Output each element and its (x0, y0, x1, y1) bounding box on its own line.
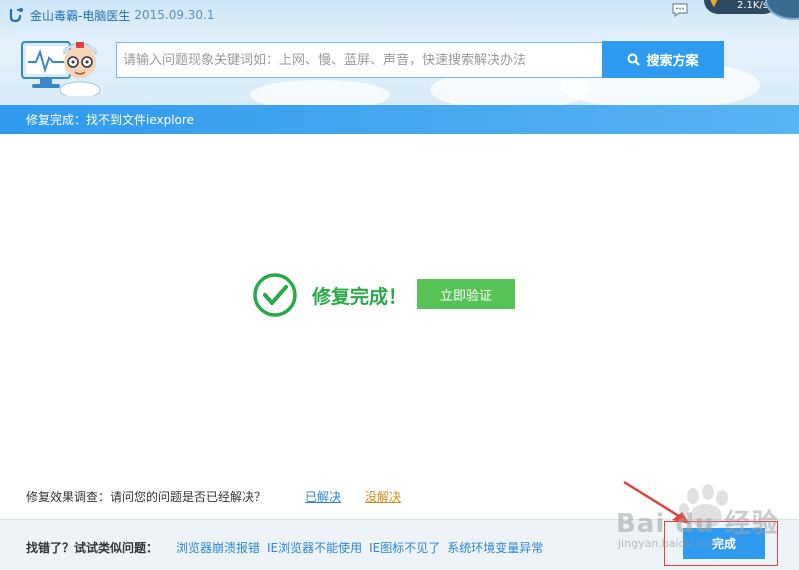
title-bar: 金山毒霸-电脑医生 2015.09.30.1 (8, 5, 215, 25)
related-link[interactable]: IE图标不见了 (369, 539, 440, 556)
related-links: 浏览器崩溃报错 IE浏览器不能使用 IE图标不见了 系统环境变量异常 (176, 539, 550, 556)
floating-ball-icon[interactable] (765, 0, 799, 20)
app-logo-icon (9, 8, 23, 23)
status-text: 修复完成：找不到文件iexplore (26, 113, 194, 127)
search-button[interactable]: 搜索方案 (602, 41, 724, 78)
net-speed-value: 2.1K/s (736, 0, 768, 11)
watermark-text: Bai du 经验 (616, 509, 779, 539)
app-version: 2015.09.30.1 (134, 8, 215, 22)
watermark-url: jingyan.baidu.com (618, 537, 720, 550)
header-banner: 金山毒霸-电脑医生 2015.09.30.1 ▼ 2.1K/s 搜索方案 (0, 0, 799, 105)
result-text: 修复完成！ (312, 285, 408, 308)
chat-icon[interactable] (671, 2, 689, 18)
survey-solved-link[interactable]: 已解决 (305, 488, 341, 505)
search-icon (627, 53, 641, 66)
status-bar: 修复完成：找不到文件iexplore (0, 105, 799, 134)
search-input[interactable] (123, 52, 602, 68)
related-link[interactable]: 系统环境变量异常 (447, 539, 543, 556)
result-panel: 修复完成！ (252, 272, 407, 318)
search-button-label: 搜索方案 (646, 54, 699, 69)
verify-button[interactable]: 立即验证 (417, 279, 515, 309)
survey-unsolved-link[interactable]: 没解决 (365, 488, 401, 505)
related-link[interactable]: IE浏览器不能使用 (267, 539, 362, 556)
search-box (116, 42, 602, 78)
doctor-avatar-icon (21, 41, 101, 96)
survey-question: 修复效果调查：请问您的问题是否已经解决？ (26, 490, 267, 504)
download-arrow-icon: ▼ (710, 0, 718, 9)
check-circle-icon (253, 273, 297, 317)
cloud-decoration (250, 80, 390, 105)
related-link[interactable]: 浏览器崩溃报错 (176, 539, 260, 556)
app-title: 金山毒霸-电脑医生 (30, 8, 131, 23)
related-label: 找错了？试试类似问题： (26, 541, 159, 555)
